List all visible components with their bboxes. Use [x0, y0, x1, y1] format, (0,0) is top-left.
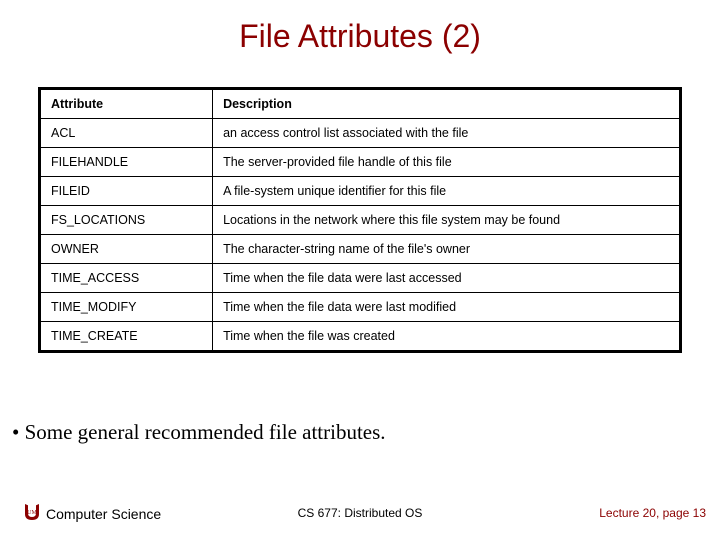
cell-attr: OWNER [40, 235, 213, 264]
footer: UM Computer Science CS 677: Distributed … [0, 498, 720, 522]
table-row: ACL an access control list associated wi… [40, 119, 681, 148]
table-row: FILEID A file-system unique identifier f… [40, 177, 681, 206]
slide-title: File Attributes (2) [0, 0, 720, 65]
cell-attr: TIME_CREATE [40, 322, 213, 352]
cell-desc: The character-string name of the file's … [213, 235, 681, 264]
cell-desc: The server-provided file handle of this … [213, 148, 681, 177]
table-row: FS_LOCATIONS Locations in the network wh… [40, 206, 681, 235]
table-row: FILEHANDLE The server-provided file hand… [40, 148, 681, 177]
page-number: Lecture 20, page 13 [599, 506, 706, 520]
cell-attr: TIME_MODIFY [40, 293, 213, 322]
attributes-table: Attribute Description ACL an access cont… [38, 87, 682, 353]
cell-attr: TIME_ACCESS [40, 264, 213, 293]
cell-attr: FILEHANDLE [40, 148, 213, 177]
header-attribute: Attribute [40, 89, 213, 119]
cell-attr: FILEID [40, 177, 213, 206]
cell-attr: FS_LOCATIONS [40, 206, 213, 235]
cell-desc: an access control list associated with t… [213, 119, 681, 148]
cell-desc: Time when the file data were last modifi… [213, 293, 681, 322]
table-row: TIME_ACCESS Time when the file data were… [40, 264, 681, 293]
header-description: Description [213, 89, 681, 119]
table-row: OWNER The character-string name of the f… [40, 235, 681, 264]
table-row: TIME_CREATE Time when the file was creat… [40, 322, 681, 352]
cell-desc: Time when the file data were last access… [213, 264, 681, 293]
cell-attr: ACL [40, 119, 213, 148]
cell-desc: Time when the file was created [213, 322, 681, 352]
cell-desc: A file-system unique identifier for this… [213, 177, 681, 206]
attributes-table-wrap: Attribute Description ACL an access cont… [0, 65, 720, 353]
table-row: TIME_MODIFY Time when the file data were… [40, 293, 681, 322]
table-header-row: Attribute Description [40, 89, 681, 119]
cell-desc: Locations in the network where this file… [213, 206, 681, 235]
slide: File Attributes (2) Attribute Descriptio… [0, 0, 720, 540]
bullet-note: • Some general recommended file attribut… [12, 420, 386, 445]
